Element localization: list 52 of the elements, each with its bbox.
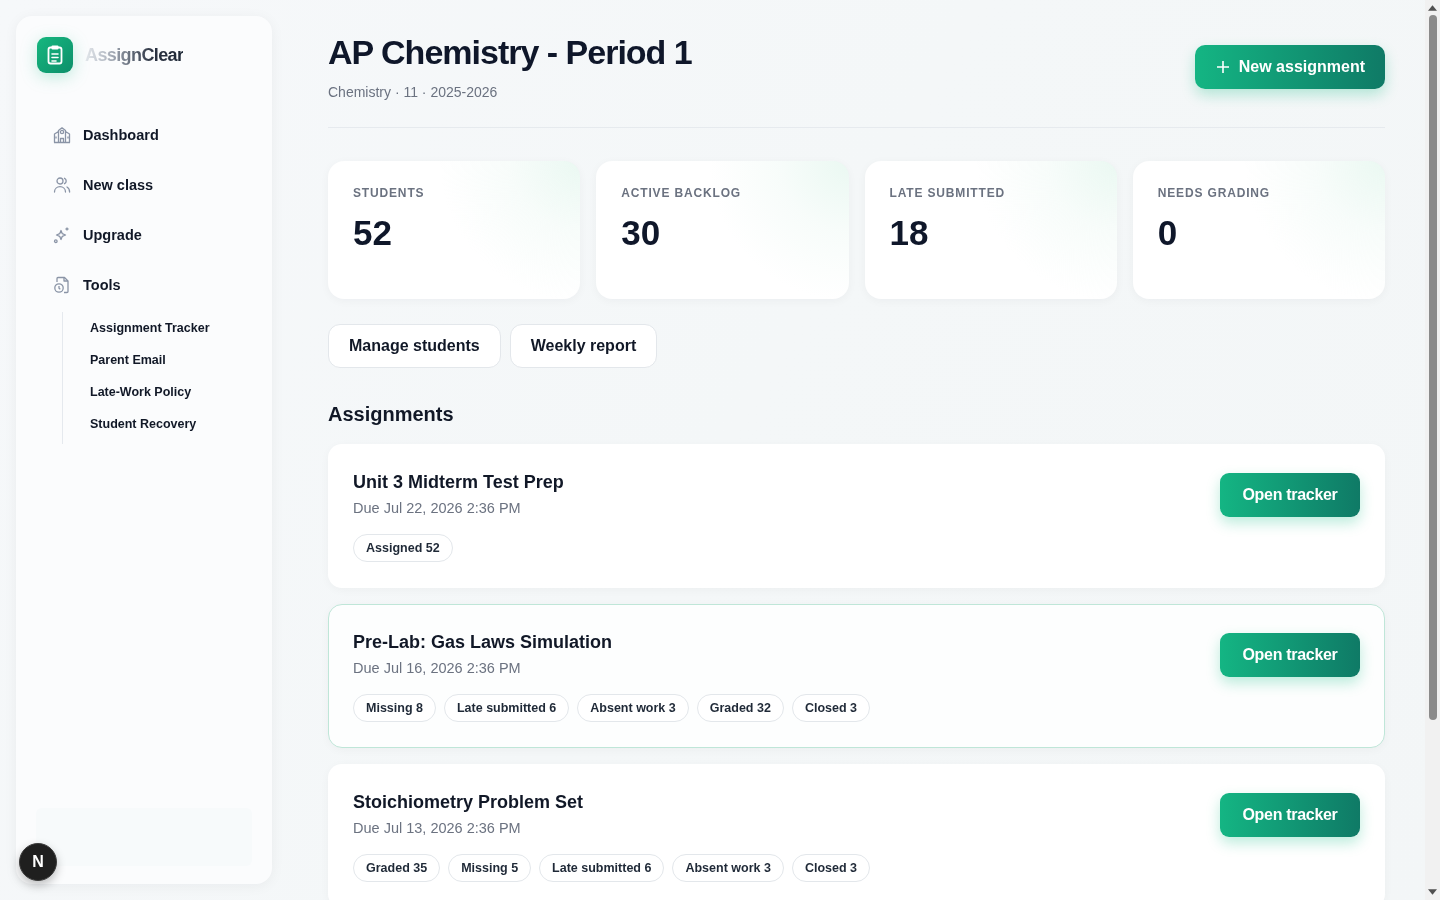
nav-subitem[interactable]: Assignment Tracker bbox=[90, 312, 210, 344]
status-tag: Graded 35 bbox=[353, 854, 441, 882]
status-tag: Closed 3 bbox=[791, 854, 870, 882]
action-button[interactable]: Weekly report bbox=[509, 324, 658, 368]
nav-subitem[interactable]: Parent Email bbox=[90, 344, 166, 376]
assignment-due-date: Due Jul 16, 2026 2:36 PM bbox=[353, 659, 522, 678]
open-tracker-button[interactable]: Open tracker bbox=[1220, 793, 1360, 837]
action-button[interactable]: Manage students bbox=[328, 324, 501, 368]
assignment-title: Pre-Lab: Gas Laws Simulation bbox=[353, 631, 614, 654]
building-icon bbox=[53, 126, 71, 144]
status-tag: Late submitted 6 bbox=[443, 694, 570, 722]
stat-label: STUDENTS bbox=[353, 185, 426, 201]
plus-icon bbox=[1216, 61, 1229, 73]
assignment-due-date: Due Jul 22, 2026 2:36 PM bbox=[353, 499, 522, 518]
assignment-due-date: Due Jul 13, 2026 2:36 PM bbox=[353, 819, 522, 838]
sparkles-icon bbox=[53, 226, 71, 244]
nav-item[interactable]: Upgrade bbox=[37, 215, 150, 255]
clipboard-icon bbox=[37, 37, 73, 73]
new-assignment-button[interactable]: New assignment bbox=[1194, 45, 1385, 89]
status-tag: Assigned 52 bbox=[353, 534, 453, 562]
scroll-up-arrow-icon[interactable] bbox=[1428, 5, 1437, 11]
nav-item[interactable]: Dashboard bbox=[37, 115, 167, 155]
scrollbar[interactable] bbox=[1425, 0, 1440, 900]
scroll-down-arrow-icon[interactable] bbox=[1428, 889, 1437, 895]
users-icon bbox=[53, 176, 71, 194]
stat-label: LATE SUBMITTED bbox=[889, 185, 1007, 201]
nav-subitem[interactable]: Student Recovery bbox=[90, 408, 197, 440]
assignment-title: Stoichiometry Problem Set bbox=[353, 791, 585, 814]
status-tag: Absent work 3 bbox=[577, 694, 689, 722]
status-tag: Absent work 3 bbox=[672, 854, 784, 882]
nav-item[interactable]: Tools bbox=[37, 265, 129, 305]
page-title: AP Chemistry - Period 1 bbox=[328, 32, 692, 73]
status-tag: Graded 32 bbox=[696, 694, 784, 722]
file-clock-icon bbox=[53, 276, 71, 294]
stat-value: 30 bbox=[621, 212, 662, 254]
assignment-title: Unit 3 Midterm Test Prep bbox=[353, 471, 564, 494]
section-heading: Assignments bbox=[328, 402, 455, 427]
status-tag: Missing 5 bbox=[448, 854, 532, 882]
stat-value: 18 bbox=[889, 212, 930, 254]
page-subtitle: Chemistry · 11 · 2025-2026 bbox=[328, 83, 499, 102]
nav-subitem[interactable]: Late-Work Policy bbox=[90, 376, 192, 408]
status-tag: Late submitted 6 bbox=[539, 854, 665, 882]
stat-value: 0 bbox=[1157, 212, 1179, 254]
stat-label: NEEDS GRADING bbox=[1157, 185, 1271, 201]
status-tag: Missing 8 bbox=[353, 694, 436, 722]
scrollbar-thumb[interactable] bbox=[1428, 15, 1437, 720]
stat-label: ACTIVE BACKLOG bbox=[621, 185, 742, 201]
open-tracker-button[interactable]: Open tracker bbox=[1220, 473, 1360, 517]
status-tag: Closed 3 bbox=[791, 694, 870, 722]
open-tracker-button[interactable]: Open tracker bbox=[1220, 633, 1360, 677]
nav-item[interactable]: New class bbox=[37, 165, 162, 205]
stat-value: 52 bbox=[353, 212, 393, 254]
